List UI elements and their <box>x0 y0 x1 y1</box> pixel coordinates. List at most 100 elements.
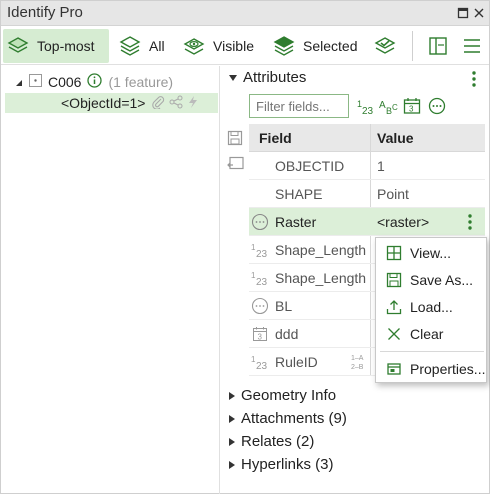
expand-icon <box>229 437 235 446</box>
text-filter-icon[interactable]: ABC <box>379 98 399 119</box>
section-title: Attachments (9) <box>241 410 347 427</box>
field-value[interactable]: <raster> <box>377 214 429 230</box>
menu-item-label: Clear <box>410 326 444 342</box>
expand-icon <box>229 460 235 469</box>
dock-panel-button[interactable] <box>425 29 457 63</box>
field-value: Point <box>377 186 409 202</box>
feature-tree: C006 (1 feature) <ObjectId=1> <box>1 66 220 494</box>
layers-check-button[interactable] <box>372 29 404 63</box>
layers-check-icon <box>372 33 398 59</box>
section-title: Geometry Info <box>241 387 337 404</box>
svg-text:A: A <box>379 100 386 111</box>
restore-icon[interactable] <box>455 5 471 21</box>
window-title: Identify Pro <box>7 4 83 21</box>
svg-text:2–B: 2–B <box>351 364 364 371</box>
discard-edits-icon[interactable] <box>227 156 245 175</box>
layers-top-icon <box>5 33 31 59</box>
expand-icon <box>229 74 237 81</box>
menu-separator <box>380 351 484 352</box>
menu-item-clear[interactable]: Clear <box>376 321 488 347</box>
info-icon[interactable] <box>87 73 103 91</box>
identify-window: Identify Pro Top-most All Visible Select… <box>0 0 490 494</box>
title-bar: Identify Pro <box>1 1 489 26</box>
close-icon[interactable] <box>471 5 487 21</box>
attributes-header[interactable]: Attributes <box>229 69 306 86</box>
collapse-icon[interactable] <box>15 74 23 90</box>
menu-item-label: Save As... <box>410 272 474 288</box>
expand-icon <box>229 391 235 400</box>
field-header-label: Field <box>259 129 292 146</box>
svg-text:3: 3 <box>409 105 414 114</box>
feature-label: <ObjectId=1> <box>61 95 146 111</box>
value-column-header[interactable]: Value <box>371 124 485 152</box>
value-header-label: Value <box>377 129 414 146</box>
menu-item-save-as[interactable]: Save As... <box>376 267 488 293</box>
expand-icon <box>229 414 235 423</box>
grid-view-icon <box>384 243 404 263</box>
relates-section[interactable]: Relates (2) <box>229 433 314 450</box>
feature-count: (1 feature) <box>108 74 174 90</box>
attachments-section[interactable]: Attachments (9) <box>229 410 347 427</box>
table-row-selected[interactable]: Raster <raster> <box>249 208 485 236</box>
save-edits-icon[interactable] <box>227 130 243 149</box>
other-filter-icon[interactable] <box>428 97 446 118</box>
layers-selected-icon <box>271 33 297 59</box>
field-value: 1 <box>377 158 385 174</box>
menu-item-label: Properties... <box>410 361 486 377</box>
section-title: Relates (2) <box>241 433 315 450</box>
top-most-label: Top-most <box>37 38 95 54</box>
section-title: Hyperlinks (3) <box>241 456 334 473</box>
visible-button[interactable]: Visible <box>181 29 254 63</box>
field-name: BL <box>275 298 293 314</box>
table-row[interactable]: SHAPE Point <box>249 180 485 208</box>
toolbar-separator <box>412 31 413 61</box>
date-filter-icon[interactable]: 3 <box>403 97 421 118</box>
svg-text:23: 23 <box>362 106 374 116</box>
svg-text:23: 23 <box>256 361 268 370</box>
selected-label: Selected <box>303 38 358 54</box>
numeric-filter-icon[interactable]: 1 23 <box>357 98 377 119</box>
filter-fields-input[interactable] <box>249 94 349 118</box>
all-button[interactable]: All <box>117 29 165 63</box>
visible-label: Visible <box>213 38 254 54</box>
dock-panel-icon <box>425 33 451 59</box>
more-options-icon[interactable] <box>471 70 477 91</box>
hyperlinks-section[interactable]: Hyperlinks (3) <box>229 456 334 473</box>
svg-text:23: 23 <box>256 277 268 286</box>
lightning-icon <box>187 95 199 112</box>
numeric-icon: 1 23 <box>251 241 269 259</box>
menu-item-label: Load... <box>410 299 453 315</box>
svg-text:1–A: 1–A <box>351 355 364 362</box>
numeric-icon: 1 23 <box>251 269 269 287</box>
svg-text:C: C <box>392 103 398 112</box>
menu-item-label: View... <box>410 245 451 261</box>
menu-item-load[interactable]: Load... <box>376 294 488 320</box>
selected-button[interactable]: Selected <box>271 29 357 63</box>
menu-item-properties[interactable]: Properties... <box>376 356 488 382</box>
all-label: All <box>149 38 165 54</box>
subtype-icon: 1–A 2–B <box>351 352 369 375</box>
toolbar: Top-most All Visible Selected <box>1 27 489 65</box>
field-column-header[interactable]: Field <box>249 124 371 152</box>
row-options-icon[interactable] <box>467 213 473 234</box>
top-most-button[interactable]: Top-most <box>3 29 109 63</box>
paperclip-icon <box>151 95 165 112</box>
blob-icon <box>251 297 269 315</box>
share-icon <box>169 95 183 112</box>
attributes-title: Attributes <box>243 69 307 86</box>
field-name: RuleID <box>275 354 318 370</box>
field-name: Shape_Length <box>275 270 367 286</box>
close-x-icon <box>384 324 404 344</box>
table-row[interactable]: OBJECTID 1 <box>249 152 485 180</box>
tree-feature-row[interactable]: <ObjectId=1> <box>5 93 218 113</box>
menu-button[interactable] <box>459 29 490 63</box>
field-name: SHAPE <box>275 186 323 202</box>
geometry-info-section[interactable]: Geometry Info <box>229 387 336 404</box>
tree-layer-row[interactable]: C006 (1 feature) <box>1 72 220 92</box>
menu-item-view[interactable]: View... <box>376 240 488 266</box>
layers-visible-icon <box>181 33 207 59</box>
svg-text:3: 3 <box>258 333 263 342</box>
raster-context-menu: View... Save As... Load... Clear Propert… <box>375 237 487 383</box>
properties-icon <box>384 359 404 379</box>
svg-text:23: 23 <box>256 249 268 258</box>
